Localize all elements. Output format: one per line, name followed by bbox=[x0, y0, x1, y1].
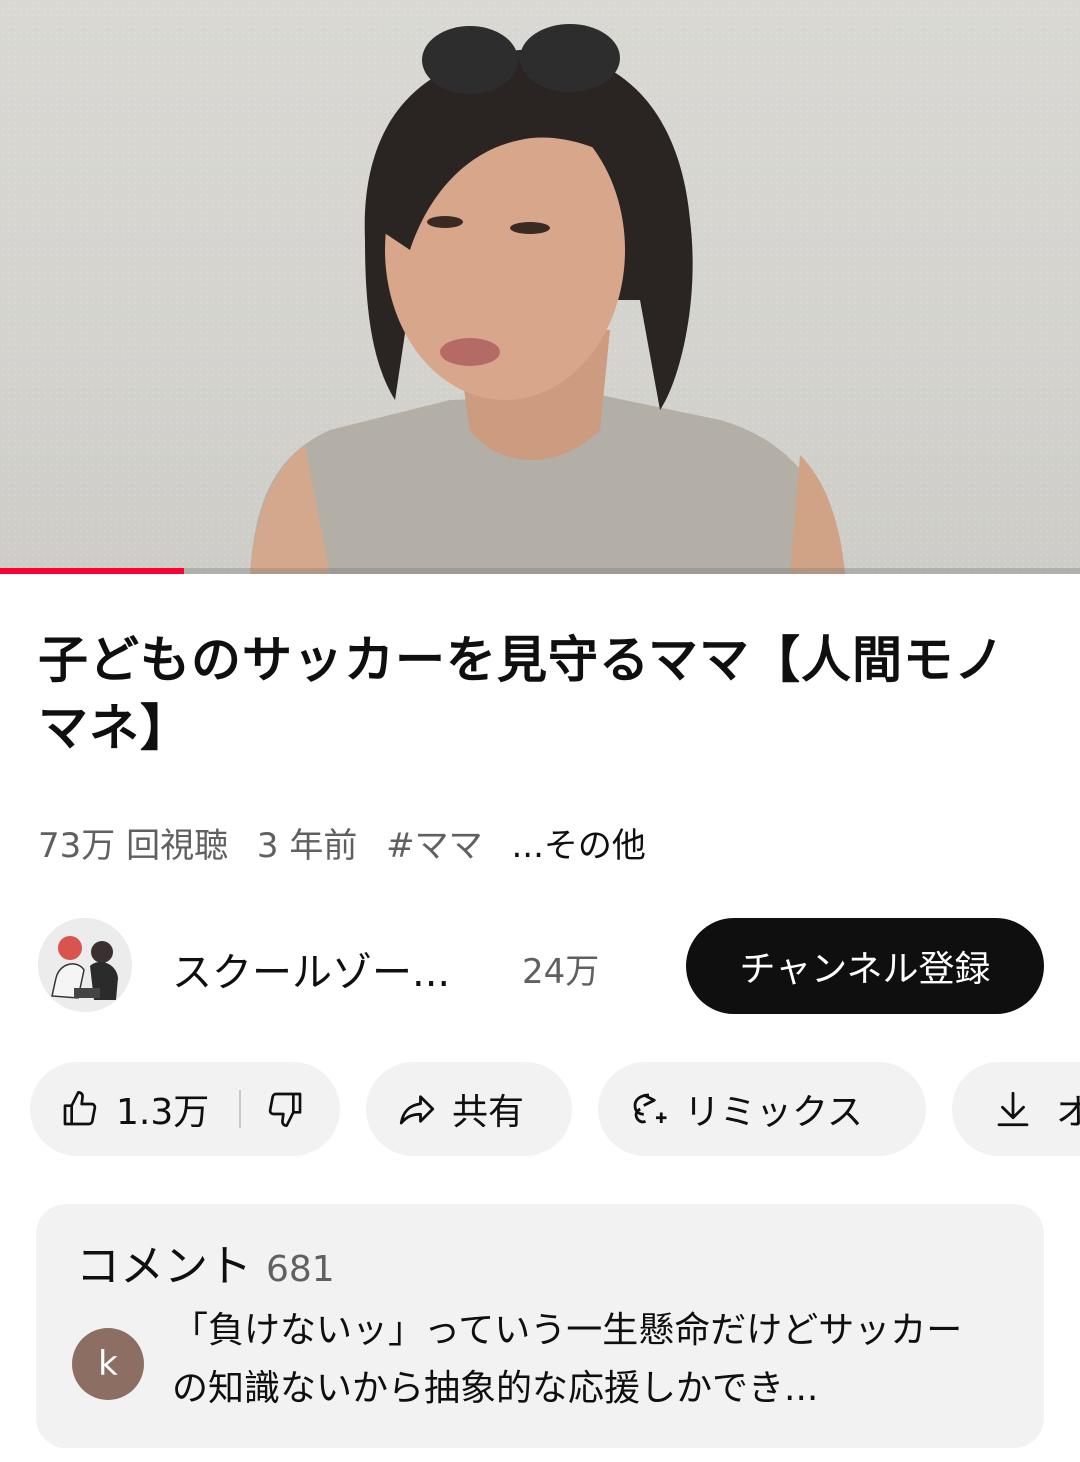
download-label: オ bbox=[1056, 1092, 1080, 1133]
thumbs-down-icon bbox=[269, 1092, 302, 1127]
download-icon bbox=[997, 1091, 1029, 1127]
channel-avatar-image bbox=[38, 918, 132, 1012]
channel-row: スクールゾー... 24万 チャンネル登録 bbox=[38, 916, 1048, 1014]
video-progress-fill bbox=[0, 568, 184, 574]
upload-age: 3 年前 bbox=[256, 826, 358, 866]
video-player[interactable] bbox=[0, 0, 1080, 574]
view-count: 73万 回視聴 bbox=[38, 826, 229, 866]
comments-header: コメント 681 bbox=[76, 1230, 335, 1294]
hashtag-link[interactable]: #ママ bbox=[386, 826, 483, 866]
share-button[interactable]: 共有 bbox=[366, 1062, 572, 1156]
video-frame-person bbox=[250, 24, 845, 574]
download-button[interactable]: オ bbox=[952, 1062, 1080, 1156]
thumbs-up-icon bbox=[63, 1091, 97, 1126]
action-chips-row: 1.3万 共有 リミックス オ bbox=[30, 1062, 1080, 1156]
channel-avatar[interactable] bbox=[38, 918, 132, 1012]
like-dislike-divider bbox=[239, 1090, 242, 1128]
subscriber-count: 24万 bbox=[522, 952, 600, 992]
share-label: 共有 bbox=[452, 1092, 525, 1133]
video-title[interactable]: 子どものサッカーを見守るママ【人間モノマネ】 bbox=[38, 626, 1048, 762]
remix-icon bbox=[633, 1093, 667, 1124]
more-description-link[interactable]: ...その他 bbox=[511, 826, 645, 866]
comments-label: コメント bbox=[76, 1241, 252, 1292]
video-progress-bar[interactable] bbox=[0, 568, 1080, 574]
like-dislike-chip: 1.3万 bbox=[30, 1062, 340, 1156]
comments-count: 681 bbox=[266, 1249, 335, 1290]
video-meta[interactable]: 73万 回視聴 3 年前 #ママ ...その他 bbox=[38, 818, 664, 867]
comments-card[interactable]: コメント 681 k 「負けないッ」っていう一生懸命だけどサッカーの知識ないから抽… bbox=[36, 1204, 1044, 1448]
share-arrow-icon bbox=[399, 1095, 435, 1125]
dislike-button[interactable] bbox=[265, 1089, 305, 1129]
comment-author-avatar[interactable]: k bbox=[72, 1328, 144, 1400]
remix-button[interactable]: リミックス bbox=[598, 1062, 926, 1156]
top-comment-text: 「負けないッ」っていう一生懸命だけどサッカーの知識ないから抽象的な応援しかでき.… bbox=[172, 1310, 963, 1409]
like-button[interactable]: 1.3万 bbox=[30, 1083, 209, 1135]
subscribe-button[interactable]: チャンネル登録 bbox=[686, 918, 1044, 1014]
channel-name[interactable]: スクールゾー... bbox=[172, 940, 450, 998]
like-count: 1.3万 bbox=[116, 1092, 210, 1133]
remix-label: リミックス bbox=[684, 1092, 863, 1133]
